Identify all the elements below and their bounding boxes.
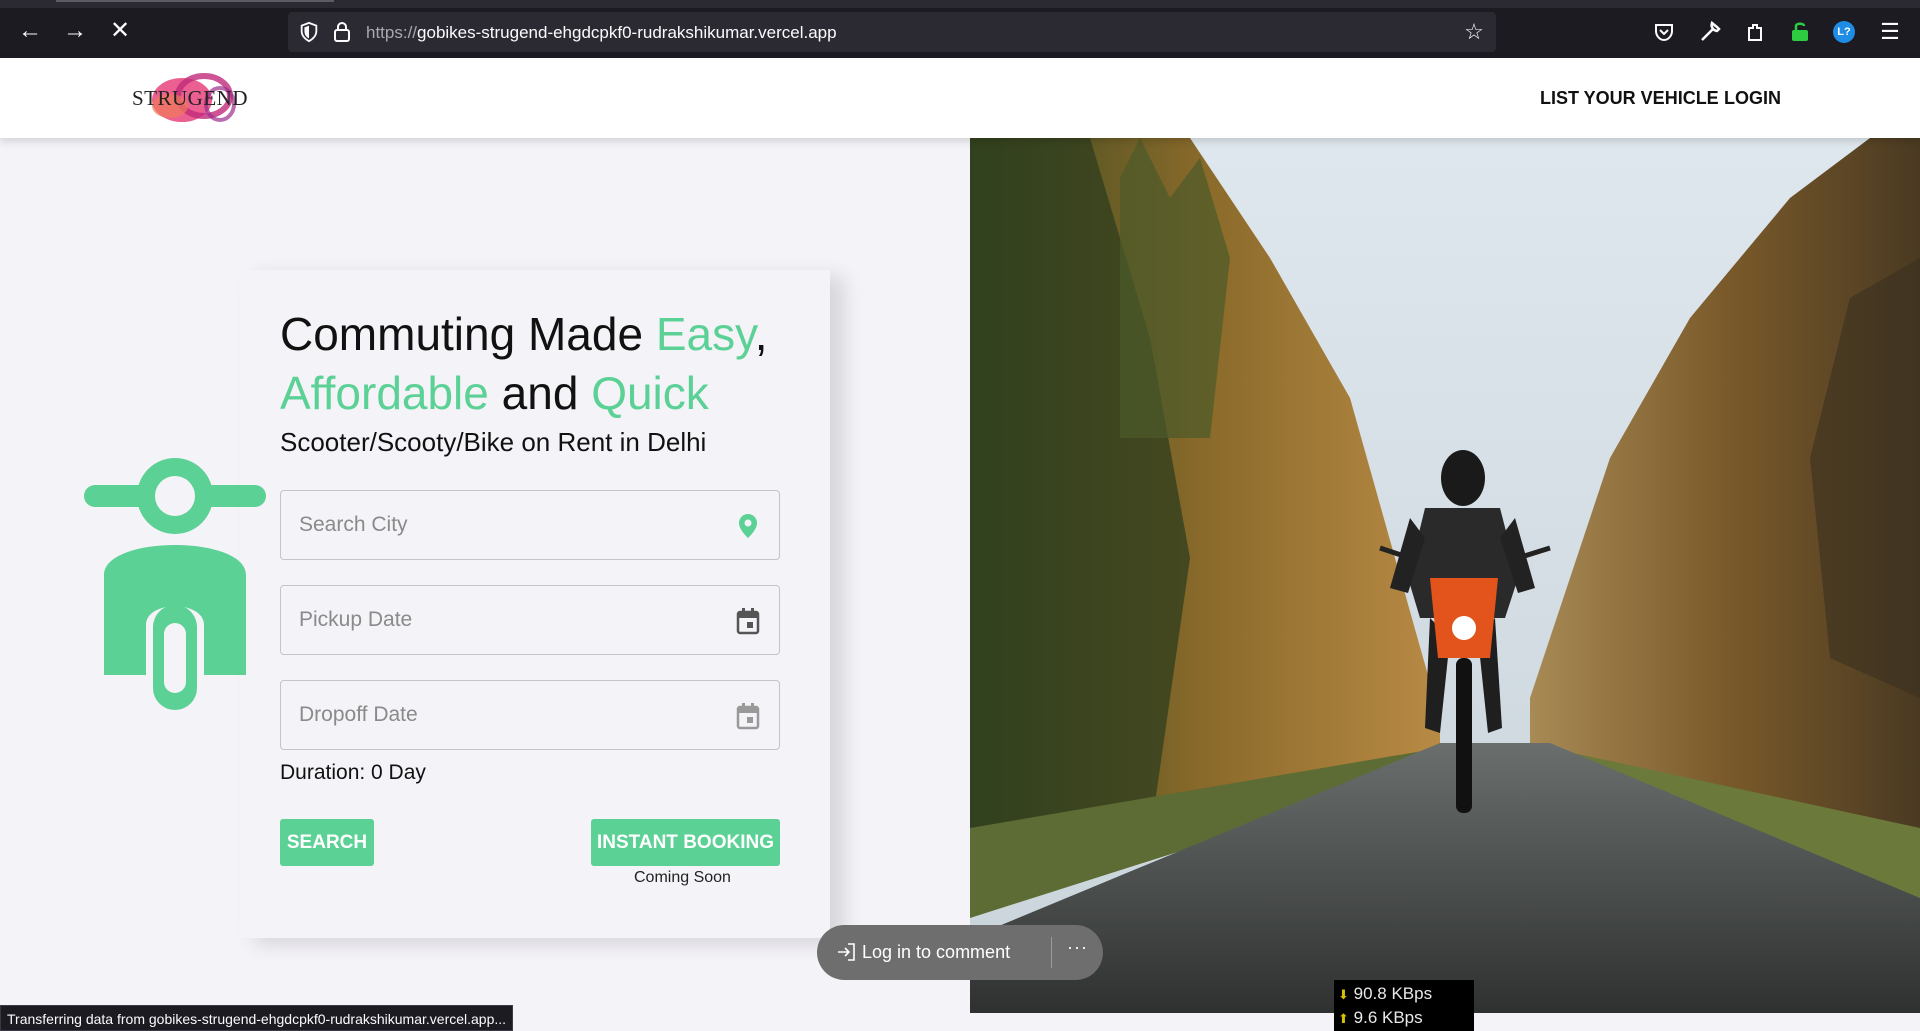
forward-icon[interactable]: → xyxy=(62,18,88,44)
back-icon[interactable]: ← xyxy=(17,18,43,44)
site-header: STRUGEND LIST YOUR VEHICLE LOGIN xyxy=(0,58,1920,138)
log-in-to-comment-button[interactable]: Log in to comment xyxy=(862,942,1010,963)
network-speed-widget: ⬇ 90.8 KBps ⬆ 9.6 KBps xyxy=(1334,980,1474,1031)
download-speed: 90.8 KBps xyxy=(1353,984,1433,1003)
dropoff-date-field xyxy=(280,680,780,750)
location-pin-icon xyxy=(739,514,757,538)
download-arrow-icon: ⬇ xyxy=(1338,987,1349,1002)
logo-text: STRUGEND xyxy=(132,86,249,110)
url-host: gobikes-strugend-ehgdcpkf0-rudrakshikuma… xyxy=(417,23,837,42)
headline-accent-quick: Quick xyxy=(591,367,709,419)
url-protocol: https:// xyxy=(366,23,418,42)
comment-divider xyxy=(1051,937,1052,968)
headline-part-1: Commuting Made xyxy=(280,308,656,360)
hero-subtitle: Scooter/Scooty/Bike on Rent in Delhi xyxy=(280,427,707,457)
pickup-date-field xyxy=(280,585,780,655)
list-your-vehicle-link[interactable]: LIST YOUR VEHICLE xyxy=(1540,88,1719,109)
extensions-icon[interactable] xyxy=(1744,20,1768,44)
strugend-logo[interactable]: STRUGEND xyxy=(130,66,254,130)
url-bar[interactable]: https://gobikes-strugend-ehgdcpkf0-rudra… xyxy=(288,12,1496,52)
login-arrow-icon xyxy=(838,943,855,961)
headline-part-3: and xyxy=(488,367,592,419)
headline-accent-affordable: Affordable xyxy=(280,367,489,419)
pocket-icon[interactable] xyxy=(1652,20,1676,44)
duration-text: Duration: 0 Day xyxy=(280,761,426,784)
tracking-protection-shield-icon[interactable] xyxy=(298,21,320,43)
menu-icon[interactable]: ☰ xyxy=(1878,20,1902,44)
login-link[interactable]: LOGIN xyxy=(1724,88,1781,109)
browser-status-bar: Transferring data from gobikes-strugend-… xyxy=(0,1005,514,1031)
extension-badge: L? xyxy=(1833,21,1855,43)
hero-motorcycle-image xyxy=(970,138,1920,1013)
more-options-icon[interactable]: ··· xyxy=(1067,937,1088,958)
calendar-icon[interactable] xyxy=(735,607,761,635)
upload-arrow-icon: ⬆ xyxy=(1338,1011,1349,1026)
unlock-extension-icon[interactable] xyxy=(1788,20,1812,44)
search-button[interactable]: SEARCH xyxy=(280,819,374,866)
bookmark-star-icon[interactable]: ☆ xyxy=(1462,20,1486,44)
account-extension-icon[interactable]: L? xyxy=(1832,20,1856,44)
dropoff-date-input[interactable] xyxy=(281,681,779,749)
calendar-icon[interactable] xyxy=(735,702,761,730)
search-city-field xyxy=(280,490,780,560)
coming-soon-note: Coming Soon xyxy=(634,869,731,886)
download-speed-row: ⬇ 90.8 KBps xyxy=(1338,982,1474,1006)
lock-icon[interactable] xyxy=(332,21,352,43)
upload-speed-row: ⬆ 9.6 KBps xyxy=(1338,1006,1474,1030)
wrench-icon[interactable] xyxy=(1698,20,1722,44)
comment-toolbar: Log in to comment ··· xyxy=(817,925,1103,980)
hero-headline: Commuting Made Easy, Affordable and Quick xyxy=(280,305,820,423)
browser-toolbar: ← → ✕ https://gobikes-strugend-ehgdcpkf0… xyxy=(0,0,1920,58)
headline-accent-easy: Easy xyxy=(655,308,755,360)
scooter-icon xyxy=(84,458,266,710)
headline-part-2: , xyxy=(754,308,768,360)
search-city-input[interactable] xyxy=(281,491,779,559)
url-text[interactable]: https://gobikes-strugend-ehgdcpkf0-rudra… xyxy=(366,23,837,43)
upload-speed: 9.6 KBps xyxy=(1353,1008,1423,1027)
stop-loading-icon[interactable]: ✕ xyxy=(107,18,133,44)
active-tab-indicator xyxy=(56,0,334,2)
instant-booking-button[interactable]: INSTANT BOOKING xyxy=(591,819,780,866)
pickup-date-input[interactable] xyxy=(281,586,779,654)
